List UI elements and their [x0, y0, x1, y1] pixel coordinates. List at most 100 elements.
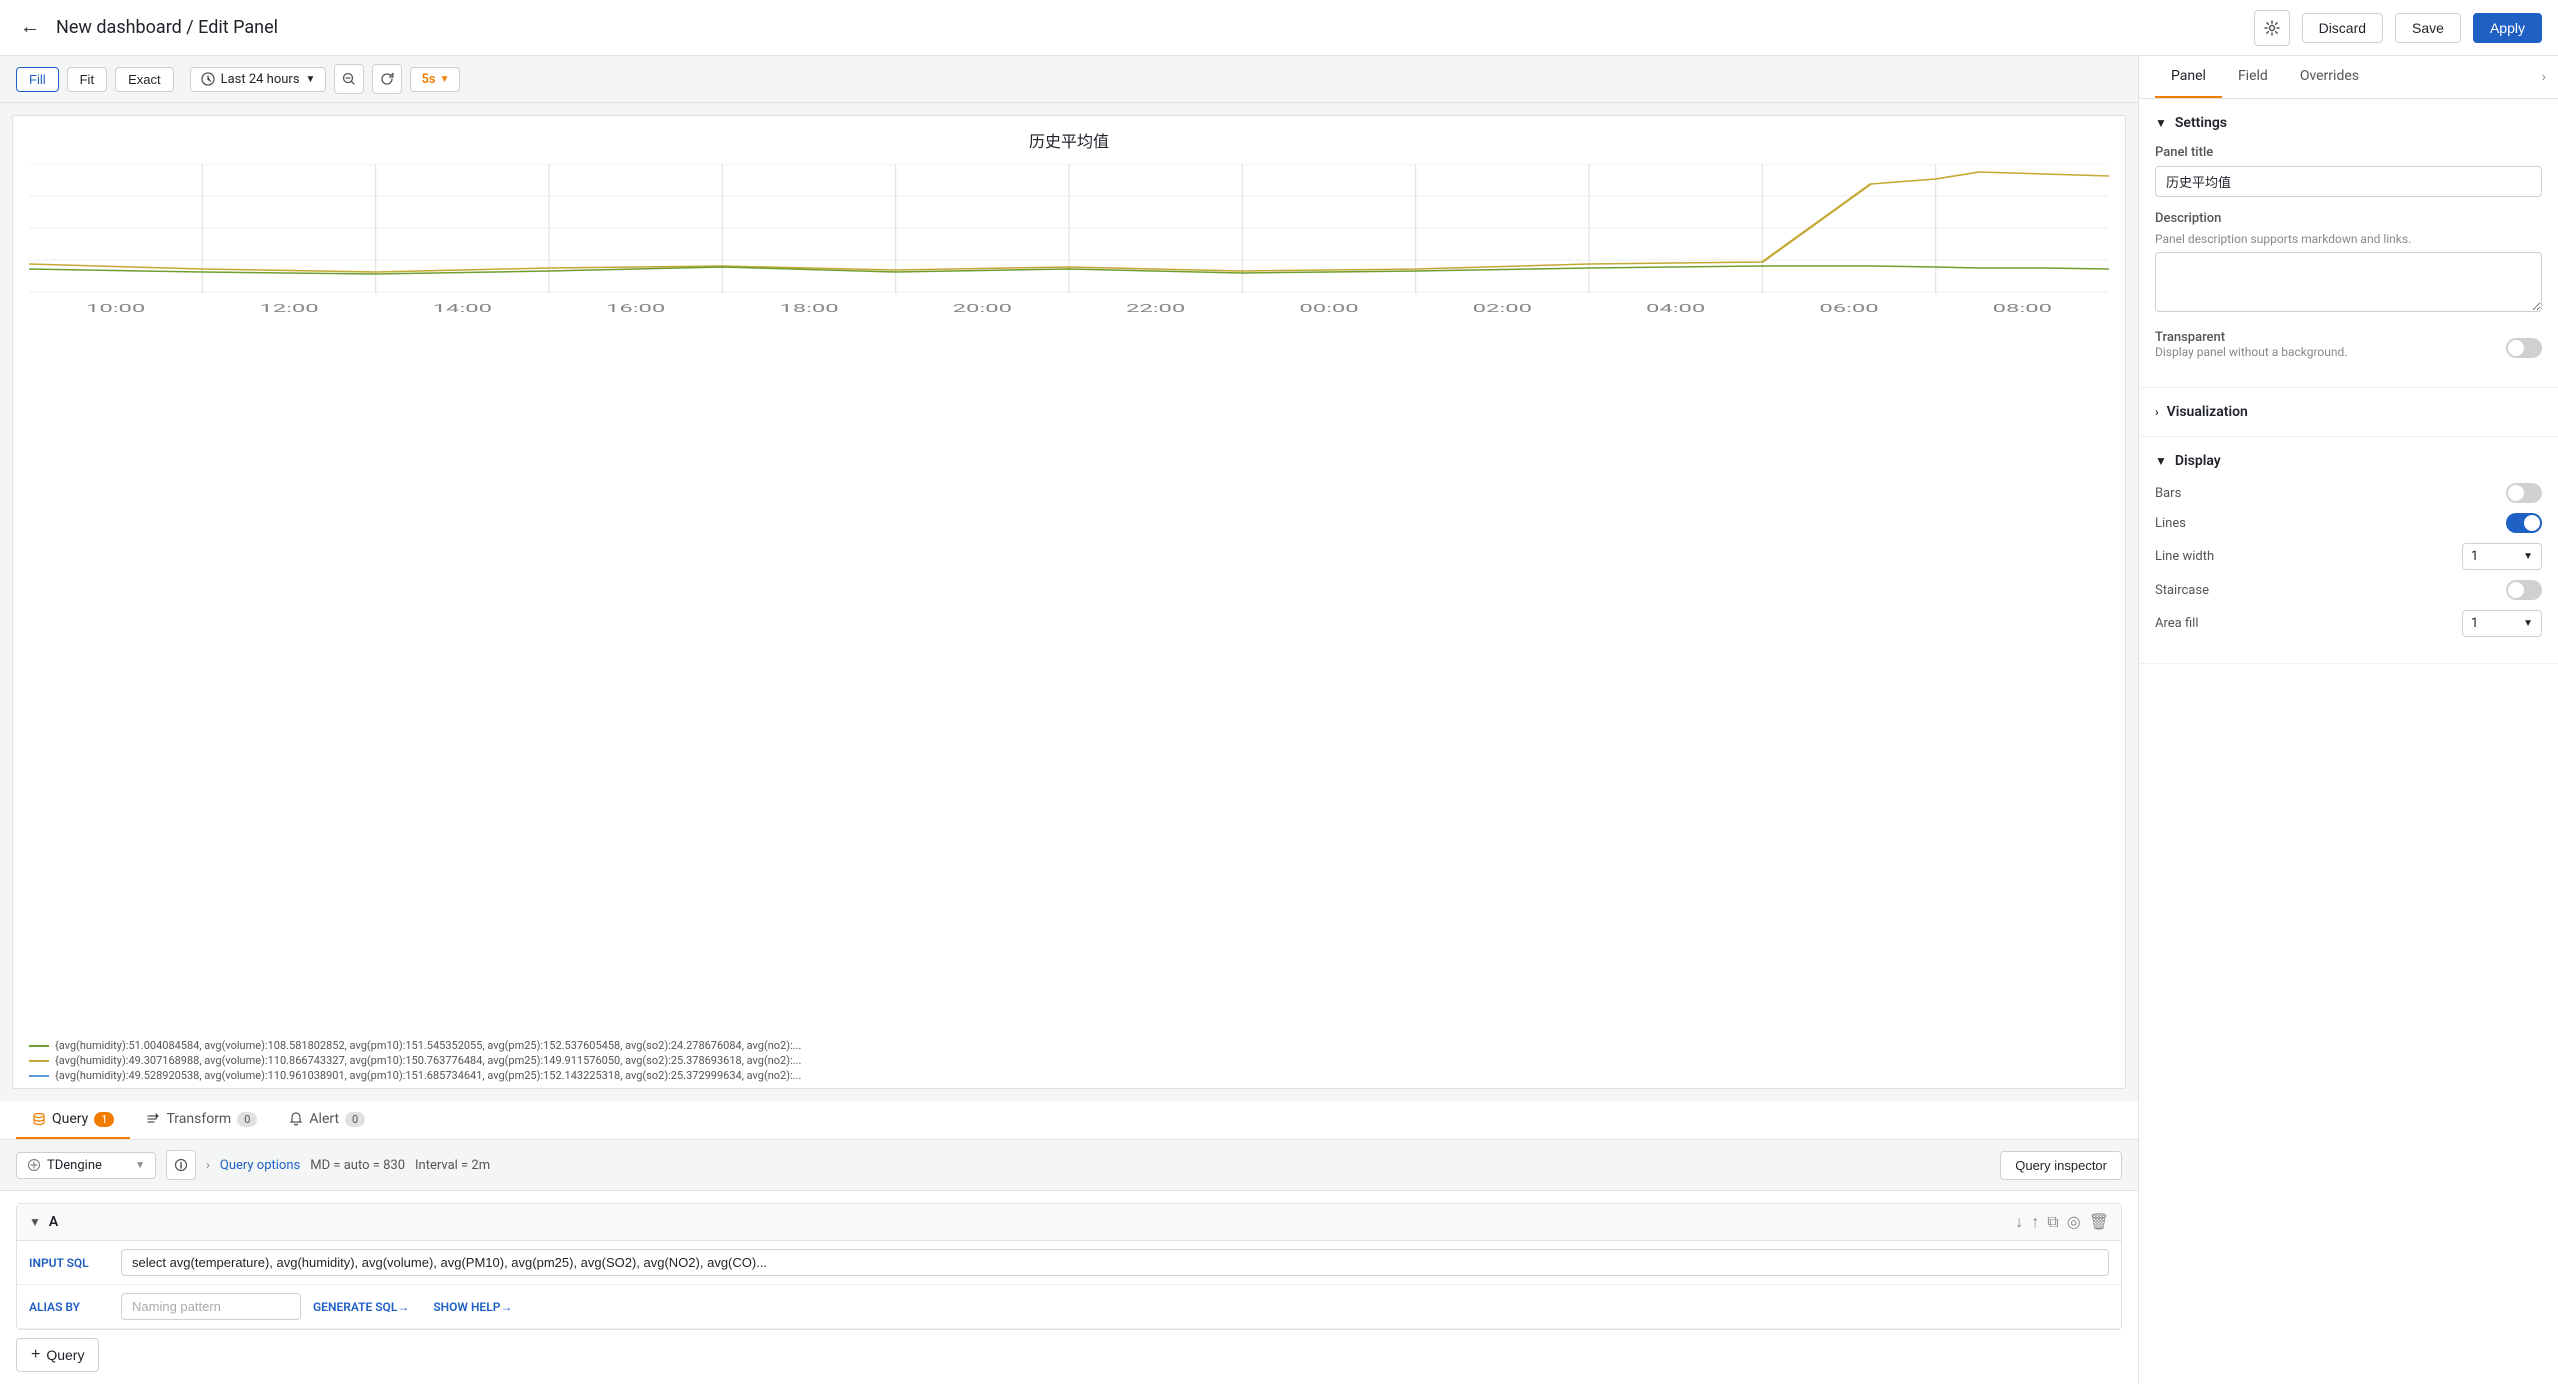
database-icon: [32, 1112, 46, 1126]
query-options-toggle[interactable]: Query options: [220, 1158, 300, 1173]
display-section-header[interactable]: ▼ Display: [2155, 453, 2542, 469]
query-tabs: Query 1 Transform 0 Alert 0: [0, 1101, 2138, 1140]
tab-alert-badge: 0: [345, 1112, 365, 1127]
sql-input[interactable]: [121, 1249, 2109, 1276]
tab-transform-badge: 0: [237, 1112, 257, 1127]
exact-button[interactable]: Exact: [115, 67, 174, 92]
transform-icon: [146, 1112, 160, 1126]
svg-text:12:00: 12:00: [259, 302, 318, 315]
fill-button[interactable]: Fill: [16, 67, 59, 92]
chart-legend: {avg(humidity):51.004084584, avg(volume)…: [13, 1035, 2125, 1088]
visualization-header[interactable]: › Visualization: [2155, 404, 2542, 420]
auto-refresh-select[interactable]: 5s ▼: [410, 67, 460, 92]
panel-title-label: Panel title: [2155, 145, 2542, 160]
svg-text:10:00: 10:00: [86, 302, 145, 315]
chart-svg: 10:00 12:00 14:00 16:00 18:00 20:00 22:0…: [29, 164, 2109, 324]
refresh-button[interactable]: [372, 64, 402, 94]
datasource-select[interactable]: TDengine ▼: [16, 1152, 156, 1179]
back-button[interactable]: ←: [16, 12, 44, 43]
svg-text:20:00: 20:00: [953, 302, 1012, 315]
alias-input[interactable]: [121, 1293, 301, 1320]
alias-by-field: ALIAS BY GENERATE SQL→ SHOW HELP→: [17, 1285, 2121, 1329]
zoom-out-button[interactable]: [334, 64, 364, 94]
refresh-interval-label: 5s: [421, 72, 435, 87]
staircase-toggle[interactable]: [2506, 580, 2542, 600]
settings-icon-button[interactable]: [2254, 10, 2290, 46]
chart-container: 历史平均值: [12, 115, 2126, 1089]
add-query-button[interactable]: + Query: [16, 1338, 99, 1372]
tab-alert[interactable]: Alert 0: [273, 1101, 381, 1139]
generate-sql-button[interactable]: GENERATE SQL→: [313, 1300, 409, 1314]
lines-toggle[interactable]: [2506, 513, 2542, 533]
display-label: Display: [2175, 453, 2221, 469]
clock-icon: [201, 72, 215, 86]
copy-icon[interactable]: ⧉: [2047, 1212, 2058, 1232]
line-width-select[interactable]: 1 ▼: [2462, 543, 2542, 570]
svg-text:16:00: 16:00: [606, 302, 665, 315]
datasource-info-button[interactable]: [166, 1150, 196, 1180]
collapse-icon[interactable]: ▼: [29, 1215, 41, 1229]
svg-text:00:00: 00:00: [1299, 302, 1358, 315]
description-textarea[interactable]: [2155, 252, 2542, 312]
left-panel: Fill Fit Exact Last 24 hours ▼: [0, 56, 2138, 1384]
legend-item: {avg(humidity):49.307168988, avg(volume)…: [29, 1054, 2109, 1067]
bars-toggle[interactable]: [2506, 483, 2542, 503]
legend-text-1: {avg(humidity):51.004084584, avg(volume)…: [55, 1039, 801, 1052]
settings-section-header[interactable]: ▼ Settings: [2155, 115, 2542, 131]
zoom-out-icon: [342, 72, 356, 86]
chevron-down-icon: ▼: [2155, 116, 2167, 130]
transparent-toggle[interactable]: [2506, 338, 2542, 358]
panel-title-input[interactable]: [2155, 166, 2542, 197]
save-button[interactable]: Save: [2395, 13, 2461, 43]
right-panel: Panel Field Overrides › ▼ Settings Panel…: [2138, 56, 2558, 1384]
description-group: Description Panel description supports m…: [2155, 211, 2542, 316]
svg-text:06:00: 06:00: [1819, 302, 1878, 315]
query-inspector-button[interactable]: Query inspector: [2000, 1151, 2122, 1180]
apply-button[interactable]: Apply: [2473, 13, 2542, 43]
tab-field[interactable]: Field: [2222, 56, 2284, 98]
plus-icon: +: [31, 1346, 40, 1364]
query-editor: ▼ A ↓ ↑ ⧉ ◎ 🗑 INPUT SQL ALIAS BY: [0, 1191, 2138, 1384]
delete-icon[interactable]: 🗑: [2089, 1212, 2109, 1232]
area-fill-select[interactable]: 1 ▼: [2462, 610, 2542, 637]
query-interval-label: Interval = 2m: [415, 1158, 490, 1173]
lines-row: Lines: [2155, 513, 2542, 533]
tab-transform[interactable]: Transform 0: [130, 1101, 273, 1139]
time-range-label: Last 24 hours: [221, 72, 300, 87]
input-sql-label[interactable]: INPUT SQL: [29, 1256, 109, 1270]
description-label: Description: [2155, 211, 2542, 226]
hide-icon[interactable]: ◎: [2067, 1212, 2081, 1232]
area-fill-value: 1: [2471, 616, 2478, 631]
bars-row: Bars: [2155, 483, 2542, 503]
alias-by-label[interactable]: ALIAS BY: [29, 1300, 109, 1314]
chevron-down-icon: ▼: [306, 74, 316, 85]
legend-text-3: {avg(humidity):49.528920538, avg(volume)…: [55, 1069, 801, 1082]
refresh-icon: [380, 72, 394, 86]
discard-button[interactable]: Discard: [2302, 13, 2383, 43]
tab-overrides[interactable]: Overrides: [2284, 56, 2375, 98]
tab-query-badge: 1: [94, 1112, 114, 1127]
move-up-icon[interactable]: ↑: [2031, 1212, 2039, 1232]
add-query-label: Query: [46, 1347, 84, 1363]
bars-label: Bars: [2155, 486, 2506, 501]
query-md-label: MD = auto = 830: [310, 1158, 405, 1173]
chart-area: 10:00 12:00 14:00 16:00 18:00 20:00 22:0…: [13, 164, 2125, 1035]
settings-label: Settings: [2175, 115, 2227, 131]
show-help-button[interactable]: SHOW HELP→: [433, 1300, 512, 1314]
fit-button[interactable]: Fit: [67, 67, 107, 92]
svg-text:02:00: 02:00: [1473, 302, 1532, 315]
svg-text:14:00: 14:00: [433, 302, 492, 315]
area-fill-label: Area fill: [2155, 616, 2462, 631]
legend-text-2: {avg(humidity):49.307168988, avg(volume)…: [55, 1054, 801, 1067]
svg-text:08:00: 08:00: [1993, 302, 2052, 315]
gear-icon: [2264, 20, 2280, 36]
page-title: New dashboard / Edit Panel: [56, 17, 2242, 38]
legend-item: {avg(humidity):49.528920538, avg(volume)…: [29, 1069, 2109, 1082]
right-tab-arrow[interactable]: ›: [2542, 69, 2546, 85]
move-down-icon[interactable]: ↓: [2015, 1212, 2023, 1232]
datasource-icon: [27, 1158, 41, 1172]
time-range-picker[interactable]: Last 24 hours ▼: [190, 67, 327, 92]
staircase-label: Staircase: [2155, 583, 2506, 598]
tab-query[interactable]: Query 1: [16, 1101, 130, 1139]
tab-panel[interactable]: Panel: [2155, 56, 2222, 98]
